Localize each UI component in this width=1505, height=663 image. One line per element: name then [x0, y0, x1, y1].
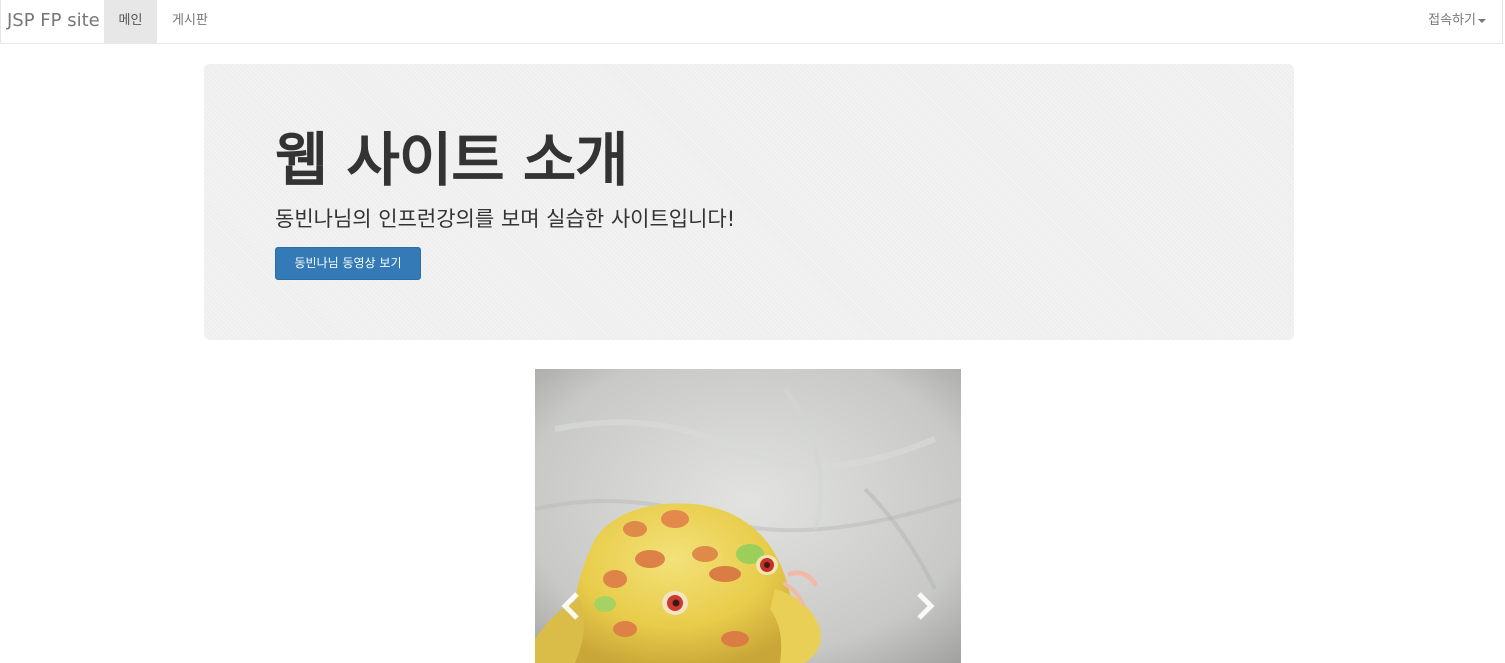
watch-video-button[interactable]: 동빈나님 동영상 보기 [275, 247, 421, 280]
connect-dropdown-label: 접속하기 [1428, 13, 1476, 28]
navbar: JSP FP site 메인 게시판 접속하기 [0, 0, 1503, 44]
nav-item-main[interactable]: 메인 [104, 0, 157, 43]
carousel-next-button[interactable] [905, 591, 945, 621]
jumbotron: 웹 사이트 소개 동빈나님의 인프런강의를 보며 실습한 사이트입니다! 동빈나… [204, 64, 1294, 340]
connect-dropdown[interactable]: 접속하기 [1424, 0, 1490, 43]
brand-link[interactable]: JSP FP site [7, 0, 100, 44]
nav-item-board[interactable]: 게시판 [157, 0, 223, 43]
image-carousel [535, 369, 961, 663]
frog-image [535, 369, 961, 663]
page-title: 웹 사이트 소개 [275, 126, 629, 194]
page-subtitle: 동빈나님의 인프런강의를 보며 실습한 사이트입니다! [275, 207, 736, 231]
chevron-right-icon [917, 592, 935, 620]
caret-down-icon [1478, 18, 1486, 23]
carousel-prev-button[interactable] [551, 591, 591, 621]
chevron-left-icon [561, 592, 579, 620]
